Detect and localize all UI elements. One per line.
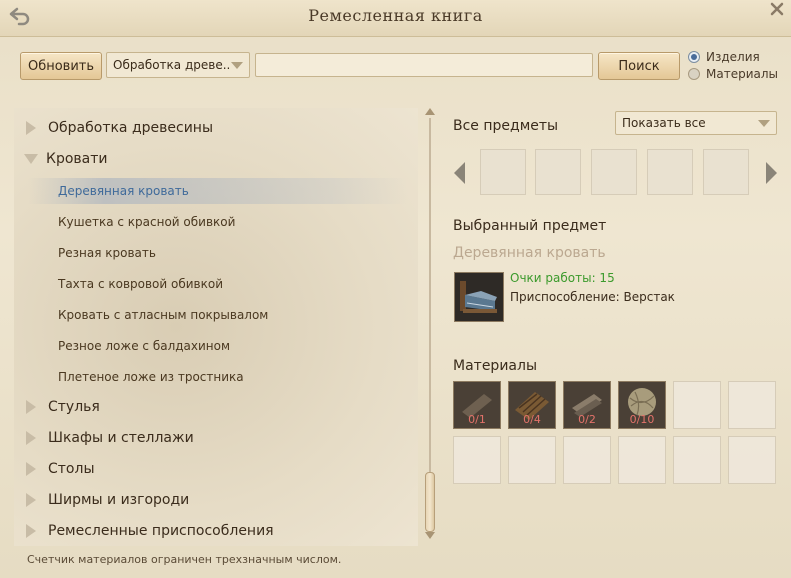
required-tool: Приспособление: Верстак [510,290,675,304]
expand-arrow-icon [26,121,36,135]
material-slot[interactable] [618,436,666,484]
item-slot[interactable] [591,149,637,195]
tree-category-chairs[interactable]: Стулья [26,399,100,415]
carousel-next-icon[interactable] [766,162,777,184]
radio-products-label: Изделия [706,50,760,64]
title-bar: Ремесленная книга [0,0,791,37]
tree-category-tools[interactable]: Ремесленные приспособления [26,523,274,539]
tree-item-wooden-bed[interactable]: Деревянная кровать [58,184,189,198]
material-slot[interactable]: 0/2 [563,381,611,429]
material-slot[interactable] [508,436,556,484]
chevron-down-icon [231,62,243,69]
expand-arrow-icon [26,462,36,476]
expand-arrow-icon [26,493,36,507]
scroll-down-icon[interactable] [425,532,435,539]
item-slot[interactable] [535,149,581,195]
all-items-heading: Все предметы [453,118,559,134]
tree-category-label: Кровати [46,151,108,167]
material-slot[interactable]: 0/4 [508,381,556,429]
tree-category-tables[interactable]: Столы [26,461,95,477]
radio-checked-icon [688,51,700,63]
item-slot[interactable] [703,149,749,195]
material-slot[interactable]: 0/1 [453,381,501,429]
tree-item-satin-bed[interactable]: Кровать с атласным покрывалом [58,308,268,322]
filter-dropdown-value: Показать все [622,116,706,130]
tree-category-label: Ширмы и изгороди [48,492,190,508]
expand-arrow-icon [26,524,36,538]
close-icon [770,1,784,20]
material-slot[interactable] [453,436,501,484]
expand-arrow-icon [26,431,36,445]
radio-materials[interactable]: Материалы [688,66,778,82]
material-count: 0/2 [578,413,596,426]
materials-heading: Материалы [453,358,537,374]
radio-unchecked-icon [688,68,700,80]
close-button[interactable] [767,0,787,20]
collapse-arrow-icon [24,154,38,164]
material-count: 0/4 [523,413,541,426]
tree-item-canopy-bed[interactable]: Резное ложе с балдахином [58,339,230,353]
item-slot[interactable] [647,149,693,195]
material-count: 0/1 [468,413,486,426]
tree-scrollbar[interactable] [424,108,436,539]
tree-item-red-couch[interactable]: Кушетка с красной обивкой [58,215,235,229]
tree-category-label: Шкафы и стеллажи [48,430,194,446]
tree-category-cabinets[interactable]: Шкафы и стеллажи [26,430,194,446]
scroll-thumb[interactable] [425,472,435,532]
chevron-down-icon [758,120,770,127]
material-slot[interactable] [673,381,721,429]
work-points: Очки работы: 15 [510,271,615,285]
tree-category-label: Ремесленные приспособления [48,523,274,539]
item-slot[interactable] [480,149,526,195]
scroll-up-icon[interactable] [425,108,435,115]
selected-item-heading: Выбранный предмет [453,218,607,234]
expand-arrow-icon [26,400,36,414]
window-title: Ремесленная книга [308,6,483,25]
carousel-prev-icon[interactable] [454,162,465,184]
refresh-button[interactable]: Обновить [20,52,102,80]
material-slot[interactable] [563,436,611,484]
material-slot[interactable] [728,436,776,484]
tree-category-label: Обработка древесины [48,120,214,136]
tree-item-carved-bed[interactable]: Резная кровать [58,246,156,260]
tree-category-screens[interactable]: Ширмы и изгороди [26,492,189,508]
scroll-track[interactable] [429,118,431,530]
category-dropdown-value: Обработка древе.. [113,58,231,72]
bed-icon[interactable] [454,272,504,322]
material-slot[interactable] [728,381,776,429]
material-count: 0/10 [629,413,655,426]
footer-note: Счетчик материалов ограничен трехзначным… [27,553,342,566]
search-input[interactable] [255,53,593,77]
selected-item-name: Деревянная кровать [453,245,606,261]
tree-item-reed-bed[interactable]: Плетеное ложе из тростника [58,370,244,384]
tree-category-beds[interactable]: Кровати [24,151,108,167]
radio-products[interactable]: Изделия [688,49,760,65]
radio-materials-label: Материалы [706,67,778,81]
tree-category-woodworking[interactable]: Обработка древесины [26,120,213,136]
filter-dropdown[interactable]: Показать все [615,111,777,135]
category-dropdown[interactable]: Обработка древе.. [106,52,250,78]
tree-category-label: Стулья [48,399,100,415]
recipe-tree-panel [14,108,418,546]
material-slot[interactable] [673,436,721,484]
material-slot[interactable]: 0/10 [618,381,666,429]
search-button[interactable]: Поиск [598,52,680,80]
tree-item-carpet-ottoman[interactable]: Тахта с ковровой обивкой [58,277,223,291]
tree-category-label: Столы [48,461,95,477]
